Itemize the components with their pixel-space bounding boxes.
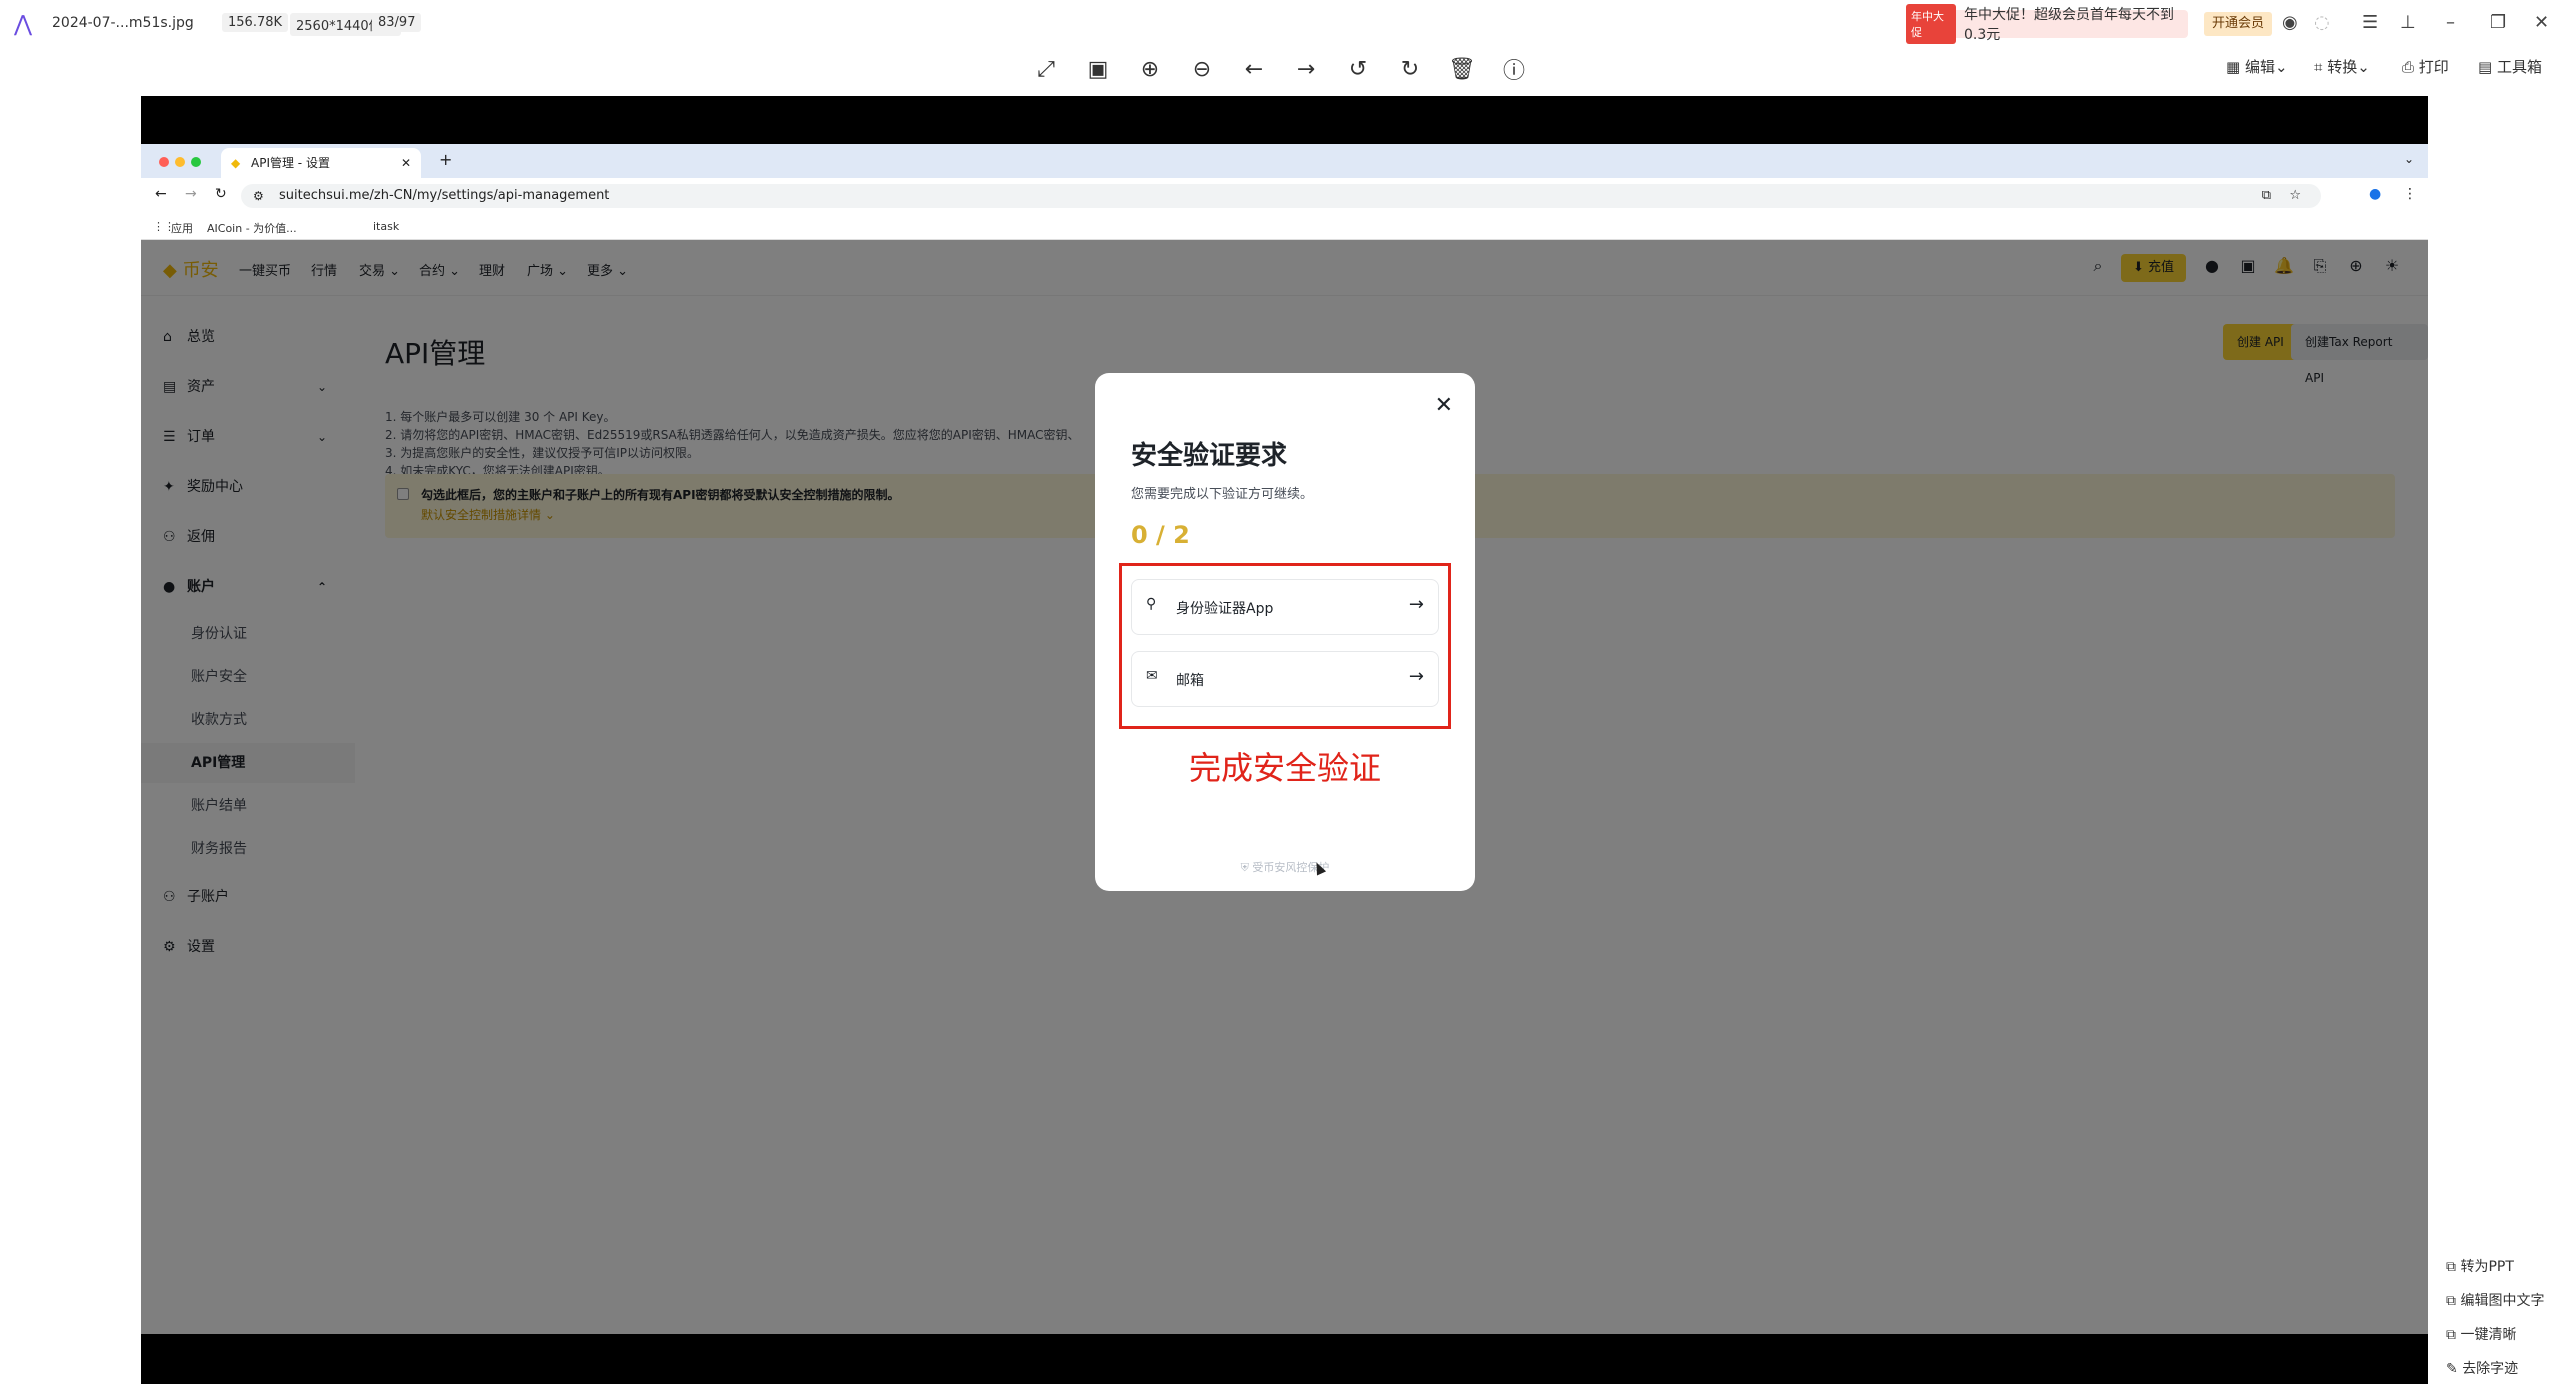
promo-badge: 年中大促 bbox=[1906, 4, 1957, 44]
float-tool-label: 一键清晰 bbox=[2460, 1327, 2517, 1343]
fullscreen-icon[interactable]: ⤢ bbox=[1031, 54, 1061, 84]
menu-icon[interactable]: ☰ bbox=[2362, 12, 2378, 33]
float-tool-label: 去除字迹 bbox=[2462, 1361, 2519, 1377]
bookmark-itask[interactable]: itask bbox=[373, 220, 399, 233]
browser-menu-icon[interactable]: ⋮ bbox=[2403, 186, 2417, 202]
tab-close-icon[interactable]: ✕ bbox=[401, 148, 411, 178]
delete-icon[interactable]: 🗑 bbox=[1447, 54, 1477, 84]
zoom-dot[interactable] bbox=[191, 157, 201, 167]
authenticator-option[interactable]: ⚲ 身份验证器App → bbox=[1131, 579, 1439, 635]
arrow-right-icon: → bbox=[1408, 594, 1424, 615]
zoom-out-icon[interactable]: ⊖ bbox=[1187, 54, 1217, 84]
email-option[interactable]: ✉ 邮箱 → bbox=[1131, 651, 1439, 707]
next-icon[interactable]: → bbox=[1291, 54, 1321, 84]
modal-description: 您需要完成以下验证方可继续。 bbox=[1131, 487, 1314, 502]
favicon-icon: ◆ bbox=[231, 156, 241, 170]
address-input[interactable]: ⚙ suitechsui.me/zh-CN/my/settings/api-ma… bbox=[241, 184, 2321, 208]
browser-url-bar: ← → ↻ ⚙ suitechsui.me/zh-CN/my/settings/… bbox=[141, 178, 2428, 214]
promo-banner[interactable]: 年中大促 年中大促！超级会员首年每天不到0.3元 bbox=[1906, 4, 2188, 44]
prev-icon[interactable]: ← bbox=[1239, 54, 1269, 84]
option-label: 邮箱 bbox=[1176, 673, 1204, 689]
avatar[interactable]: ◉ bbox=[2282, 12, 2298, 33]
profile-icon[interactable]: ● bbox=[2369, 186, 2381, 202]
close-dot[interactable] bbox=[159, 157, 169, 167]
fit-icon[interactable]: ▣ bbox=[1083, 54, 1113, 84]
mail-icon: ✉ bbox=[1146, 668, 1158, 684]
viewer-filesize: 156.78K bbox=[222, 13, 289, 32]
screenshot-frame: ◆ API管理 - 设置 ✕ + ⌄ ← → ↻ ⚙ suitechsui.me… bbox=[141, 96, 2428, 1384]
authenticator-icon: ⚲ bbox=[1146, 596, 1157, 612]
annotation-text: 完成安全验证 bbox=[1189, 749, 1382, 787]
viewer-filename: 2024-07-...m51s.jpg bbox=[52, 15, 194, 31]
arrow-right-icon: → bbox=[1408, 666, 1424, 687]
viewer-toolbar bbox=[0, 48, 2560, 92]
zoom-in-icon[interactable]: ⊕ bbox=[1135, 54, 1165, 84]
toolbox-label: 工具箱 bbox=[2496, 58, 2542, 76]
security-verification-modal: ✕ 安全验证要求 您需要完成以下验证方可继续。 0 / 2 ⚲ 身份验证器App… bbox=[1095, 373, 1475, 891]
float-tool-label: 编辑图中文字 bbox=[2460, 1293, 2545, 1309]
pin-icon[interactable]: ⊥ bbox=[2400, 12, 2416, 33]
bookmarks-bar: ⋮⋮ 应用 AICoin - 为价值... itask bbox=[141, 214, 2428, 240]
verification-progress: 0 / 2 bbox=[1131, 521, 1190, 549]
edit-text-button[interactable]: ⧉ 编辑图中文字 bbox=[2446, 1290, 2544, 1310]
browser-tab-bar: ◆ API管理 - 设置 ✕ + ⌄ bbox=[141, 144, 2428, 178]
back-icon[interactable]: ← bbox=[155, 186, 167, 202]
reload-icon[interactable]: ↻ bbox=[215, 186, 227, 202]
new-tab-icon[interactable]: + bbox=[439, 150, 452, 169]
rotate-right-icon[interactable]: ↻ bbox=[1395, 54, 1425, 84]
minimize-dot[interactable] bbox=[175, 157, 185, 167]
status-icon: ◌ bbox=[2314, 12, 2330, 33]
convert-label: 转换 bbox=[2327, 58, 2358, 76]
browser-tab[interactable]: ◆ API管理 - 设置 ✕ bbox=[221, 148, 421, 178]
to-ppt-button[interactable]: ⧉ 转为PPT bbox=[2446, 1256, 2514, 1276]
modal-title: 安全验证要求 bbox=[1131, 441, 1288, 471]
print-button[interactable]: ⎙ 打印 bbox=[2402, 56, 2449, 77]
viewer-title-bar: ⋀ 2024-07-...m51s.jpg 156.78K 2560*1440像… bbox=[0, 0, 2560, 48]
rotate-left-icon[interactable]: ↺ bbox=[1343, 54, 1373, 84]
vip-button[interactable]: 开通会员 bbox=[2204, 12, 2273, 36]
url-text: suitechsui.me/zh-CN/my/settings/api-mana… bbox=[279, 188, 610, 203]
edit-label: 编辑 bbox=[2244, 58, 2275, 76]
remove-handwriting-button[interactable]: ✎ 去除字迹 bbox=[2446, 1358, 2518, 1378]
tab-list-icon[interactable]: ⌄ bbox=[2404, 152, 2414, 166]
option-label: 身份验证器App bbox=[1176, 601, 1274, 617]
tab-title: API管理 - 设置 bbox=[251, 156, 330, 170]
promo-text: 年中大促！超级会员首年每天不到0.3元 bbox=[1964, 7, 2175, 43]
minimize-icon[interactable]: – bbox=[2446, 12, 2455, 33]
close-window-icon[interactable]: ✕ bbox=[2534, 12, 2549, 33]
enhance-button[interactable]: ⧉ 一键清晰 bbox=[2446, 1324, 2516, 1344]
forward-icon[interactable]: → bbox=[185, 186, 197, 202]
print-label: 打印 bbox=[2418, 58, 2449, 76]
shield-icon: ⛨ bbox=[1240, 861, 1249, 874]
restore-icon[interactable]: ❐ bbox=[2490, 12, 2506, 33]
close-icon[interactable]: ✕ bbox=[1435, 393, 1453, 418]
convert-button[interactable]: ⌗ 转换⌄ bbox=[2314, 56, 2370, 77]
modal-footer: ⛨ 受币安风控保护 bbox=[1095, 859, 1475, 875]
toolbox-button[interactable]: ▤ 工具箱 bbox=[2478, 56, 2542, 77]
viewer-logo-icon: ⋀ bbox=[14, 12, 33, 37]
bookmark-apps[interactable]: 应用 bbox=[171, 220, 193, 236]
bookmark-aicoin[interactable]: AICoin - 为价值... bbox=[207, 220, 297, 236]
bookmark-star-icon[interactable]: ☆ bbox=[2289, 184, 2301, 208]
info-icon[interactable]: ⓘ bbox=[1499, 54, 1529, 84]
edit-button[interactable]: ▦ 编辑⌄ bbox=[2226, 56, 2288, 77]
float-tool-label: 转为PPT bbox=[2460, 1259, 2514, 1275]
open-external-icon[interactable]: ⧉ bbox=[2262, 184, 2271, 208]
browser-window: ◆ API管理 - 设置 ✕ + ⌄ ← → ↻ ⚙ suitechsui.me… bbox=[141, 144, 2428, 1334]
viewer-index: 83/97 bbox=[372, 13, 422, 32]
site-settings-icon[interactable]: ⚙ bbox=[253, 184, 264, 208]
